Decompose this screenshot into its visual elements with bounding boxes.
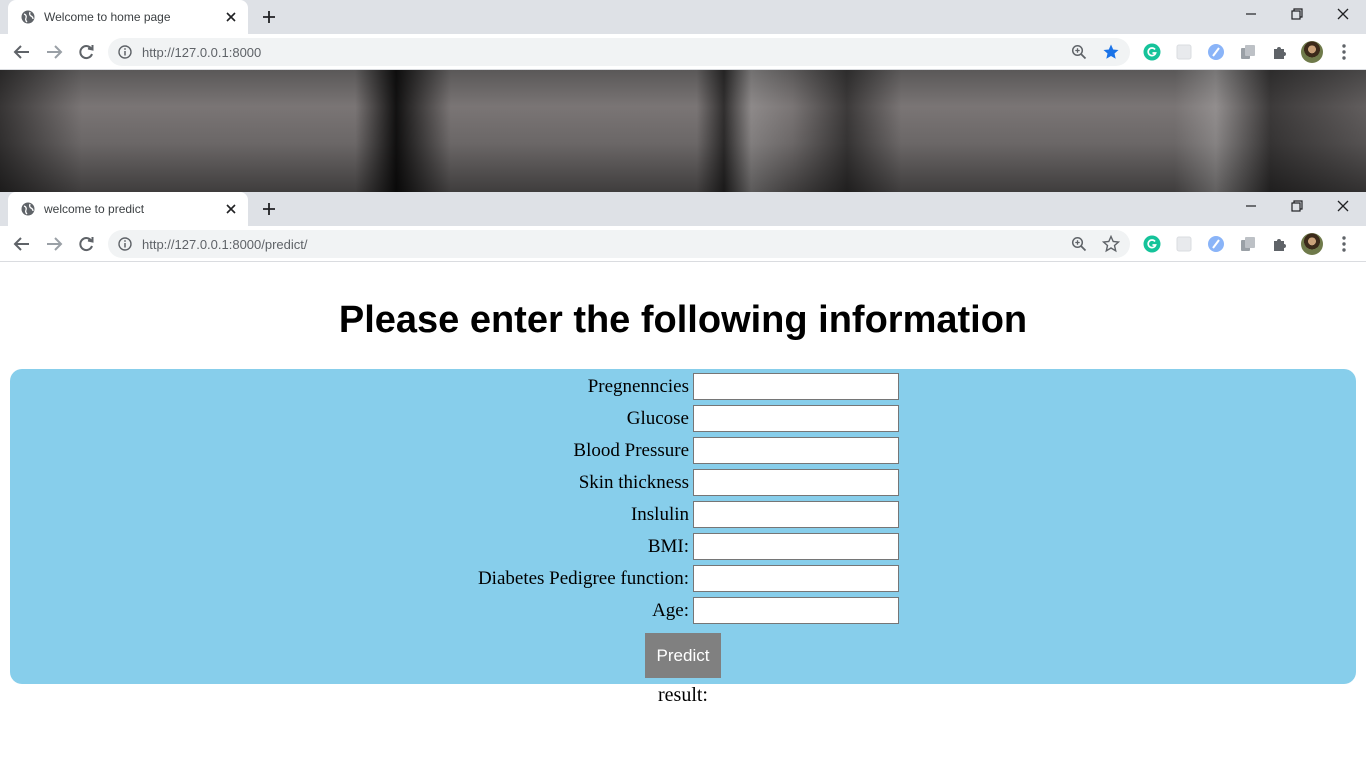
pedigree-label: Diabetes Pedigree function: xyxy=(477,568,689,589)
grammarly-icon[interactable] xyxy=(1143,235,1161,253)
prediction-form: Pregnenncies Glucose Blood Pressure Skin… xyxy=(10,369,1356,684)
info-icon[interactable] xyxy=(118,45,132,59)
field-row-insulin: Inslulin xyxy=(10,500,1356,528)
page-title: Please enter the following information xyxy=(338,299,1028,341)
tab-predict[interactable]: welcome to predict xyxy=(8,192,248,226)
url-text: http://127.0.0.1:8000/predict/ xyxy=(142,237,308,252)
skin-thickness-label: Skin thickness xyxy=(578,472,689,493)
zoom-icon[interactable] xyxy=(1071,44,1087,60)
info-icon[interactable] xyxy=(118,237,132,251)
age-input[interactable] xyxy=(693,597,899,624)
reload-icon[interactable] xyxy=(77,43,95,61)
tab-title: Welcome to home page xyxy=(44,10,171,24)
address-bar[interactable]: http://127.0.0.1:8000 xyxy=(108,38,1130,66)
restore-icon[interactable] xyxy=(1289,198,1305,214)
puzzle-icon[interactable] xyxy=(1271,235,1289,253)
pedigree-input[interactable] xyxy=(693,565,899,592)
forward-icon[interactable] xyxy=(45,43,63,61)
close-icon[interactable] xyxy=(224,202,238,216)
plus-icon[interactable] xyxy=(261,9,277,25)
star-icon[interactable] xyxy=(1102,43,1120,61)
extension-icon[interactable] xyxy=(1175,235,1193,253)
predict-button[interactable]: Predict xyxy=(645,633,721,678)
close-icon[interactable] xyxy=(1335,198,1351,214)
grammarly-icon[interactable] xyxy=(1143,43,1161,61)
back-icon[interactable] xyxy=(13,235,31,253)
restore-icon[interactable] xyxy=(1289,6,1305,22)
menu-icon[interactable] xyxy=(1336,235,1352,253)
field-row-blood-pressure: Blood Pressure xyxy=(10,436,1356,464)
field-row-skin-thickness: Skin thickness xyxy=(10,468,1356,496)
puzzle-icon[interactable] xyxy=(1271,43,1289,61)
insulin-input[interactable] xyxy=(693,501,899,528)
field-row-pregnancies: Pregnenncies xyxy=(10,372,1356,400)
globe-icon xyxy=(21,10,35,24)
pregnancies-input[interactable] xyxy=(693,373,899,400)
blood-pressure-input[interactable] xyxy=(693,437,899,464)
avatar[interactable] xyxy=(1301,233,1323,255)
menu-icon[interactable] xyxy=(1336,43,1352,61)
reload-icon[interactable] xyxy=(77,235,95,253)
avatar[interactable] xyxy=(1301,41,1323,63)
bmi-label: BMI: xyxy=(647,536,689,557)
plus-icon[interactable] xyxy=(261,201,277,217)
result-label: result: xyxy=(658,684,708,706)
field-row-bmi: BMI: xyxy=(10,532,1356,560)
glucose-label: Glucose xyxy=(626,408,689,429)
browser-window-predict: welcome to predict http://127.0.0.1:8000… xyxy=(0,192,1366,262)
tab-title: welcome to predict xyxy=(44,202,145,216)
extension-icon[interactable] xyxy=(1207,43,1225,61)
skin-thickness-input[interactable] xyxy=(693,469,899,496)
extension-icon[interactable] xyxy=(1239,43,1257,61)
age-label: Age: xyxy=(652,600,689,621)
field-row-pedigree: Diabetes Pedigree function: xyxy=(10,564,1356,592)
zoom-icon[interactable] xyxy=(1071,236,1087,252)
extension-icon[interactable] xyxy=(1175,43,1193,61)
field-row-age: Age: xyxy=(10,596,1356,624)
glucose-input[interactable] xyxy=(693,405,899,432)
pregnancies-label: Pregnenncies xyxy=(587,376,689,397)
url-text: http://127.0.0.1:8000 xyxy=(142,45,262,60)
tab-strip: Welcome to home page xyxy=(0,0,1366,34)
browser-toolbar: http://127.0.0.1:8000/predict/ xyxy=(0,226,1366,262)
minimize-icon[interactable] xyxy=(1243,6,1259,22)
field-row-glucose: Glucose xyxy=(10,404,1356,432)
back-icon[interactable] xyxy=(13,43,31,61)
tab-home[interactable]: Welcome to home page xyxy=(8,0,248,34)
minimize-icon[interactable] xyxy=(1243,198,1259,214)
star-icon[interactable] xyxy=(1102,235,1120,253)
browser-toolbar: http://127.0.0.1:8000 xyxy=(0,34,1366,70)
page-content: Please enter the following information P… xyxy=(0,263,1366,768)
browser-window-home: Welcome to home page http://127.0.0.1:80… xyxy=(0,0,1366,70)
tab-strip: welcome to predict xyxy=(0,192,1366,226)
hero-image xyxy=(0,70,1366,192)
blood-pressure-label: Blood Pressure xyxy=(573,440,689,461)
forward-icon[interactable] xyxy=(45,235,63,253)
address-bar[interactable]: http://127.0.0.1:8000/predict/ xyxy=(108,230,1130,258)
close-icon[interactable] xyxy=(1335,6,1351,22)
globe-icon xyxy=(21,202,35,216)
extension-icon[interactable] xyxy=(1207,235,1225,253)
insulin-label: Inslulin xyxy=(630,504,689,525)
extension-icon[interactable] xyxy=(1239,235,1257,253)
bmi-input[interactable] xyxy=(693,533,899,560)
close-icon[interactable] xyxy=(224,10,238,24)
